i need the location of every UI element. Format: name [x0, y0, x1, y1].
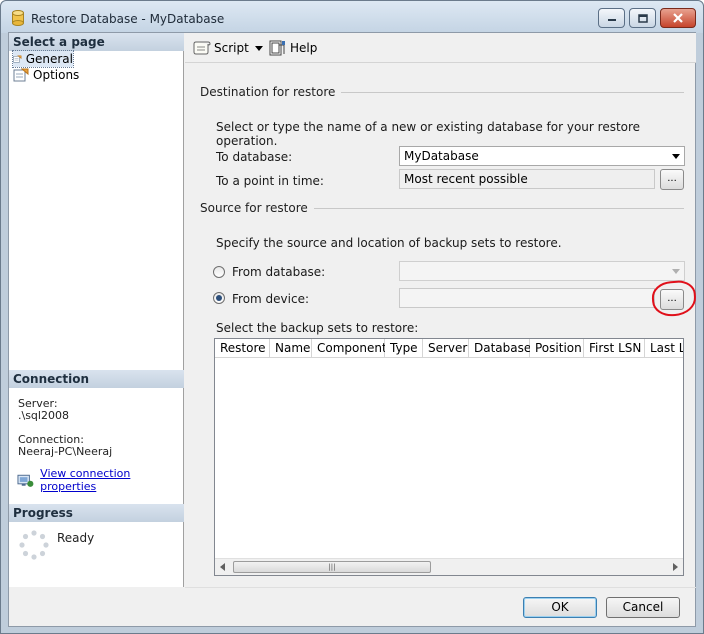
- to-database-value: MyDatabase: [404, 149, 479, 163]
- column-header-component[interactable]: Component: [312, 339, 387, 357]
- column-header-last-lsn[interactable]: Last LSN: [645, 339, 683, 357]
- from-device-field[interactable]: [399, 288, 655, 308]
- select-page-header: Select a page: [9, 33, 184, 51]
- title-bar[interactable]: Restore Database - MyDatabase: [1, 1, 703, 33]
- server-value: .\sql2008: [18, 409, 69, 422]
- column-header-position[interactable]: Position: [530, 339, 584, 357]
- scroll-right-icon[interactable]: [673, 563, 678, 571]
- footer-divider: [185, 587, 696, 588]
- connection-value: Neeraj-PC\Neeraj: [18, 445, 113, 458]
- page-icon: [13, 55, 22, 63]
- to-database-label: To database:: [216, 150, 293, 164]
- minimize-icon: [607, 19, 616, 21]
- dialog-body: Select a page General Options Connection: [8, 32, 696, 627]
- restore-database-window: Restore Database - MyDatabase Select a p…: [0, 0, 704, 634]
- from-device-radio[interactable]: [213, 292, 225, 304]
- destination-group-label: Destination for restore: [200, 85, 342, 99]
- progress-header: Progress: [9, 504, 184, 522]
- page-options[interactable]: Options: [13, 67, 79, 83]
- connection-properties-icon: [17, 474, 34, 487]
- to-database-combo[interactable]: MyDatabase: [399, 146, 685, 166]
- window-title: Restore Database - MyDatabase: [31, 12, 225, 26]
- database-icon: [12, 10, 24, 26]
- view-connection-properties-label: View connection properties: [40, 467, 131, 493]
- scroll-left-icon[interactable]: [220, 563, 225, 571]
- from-database-label: From database:: [232, 265, 326, 279]
- destination-instruction: Select or type the name of a new or exis…: [216, 120, 641, 148]
- column-header-first-lsn[interactable]: First LSN: [584, 339, 645, 357]
- chevron-down-icon[interactable]: [255, 46, 263, 52]
- view-connection-properties-link[interactable]: View connection properties: [17, 467, 183, 493]
- point-in-time-field: Most recent possible: [399, 169, 655, 189]
- left-pane: Select a page General Options Connection: [9, 33, 184, 587]
- from-database-combo[interactable]: [399, 261, 685, 281]
- from-database-radio[interactable]: [213, 266, 225, 278]
- chevron-down-icon[interactable]: [672, 269, 680, 274]
- page-general-label: General: [25, 52, 73, 66]
- page-general[interactable]: General: [12, 50, 74, 68]
- backup-sets-label: Select the backup sets to restore:: [216, 321, 419, 335]
- point-in-time-value: Most recent possible: [404, 172, 528, 186]
- connection-header: Connection: [9, 370, 184, 388]
- cancel-button[interactable]: Cancel: [606, 597, 680, 618]
- source-group-label: Source for restore: [200, 201, 314, 215]
- close-icon: [673, 13, 683, 23]
- minimize-button[interactable]: [598, 8, 625, 28]
- horizontal-scrollbar[interactable]: |||: [215, 558, 683, 575]
- script-button[interactable]: Script: [193, 40, 249, 56]
- progress-status: Ready: [57, 531, 95, 545]
- maximize-icon: [637, 13, 648, 23]
- script-icon: [193, 41, 211, 55]
- column-header-type[interactable]: Type: [385, 339, 423, 357]
- column-header-server[interactable]: Server: [423, 339, 469, 357]
- column-header-restore[interactable]: Restore: [215, 339, 270, 357]
- grid-header: Restore Name Component Type Server Datab…: [215, 339, 683, 358]
- help-icon: [269, 40, 285, 56]
- destination-divider: [300, 92, 684, 93]
- page-options-label: Options: [33, 68, 80, 82]
- source-divider: [290, 208, 684, 209]
- point-in-time-label: To a point in time:: [216, 174, 324, 188]
- chevron-down-icon[interactable]: [672, 154, 680, 159]
- ok-button[interactable]: OK: [523, 597, 597, 618]
- help-label: Help: [290, 41, 318, 55]
- maximize-button[interactable]: [629, 8, 656, 28]
- help-button[interactable]: Help: [269, 40, 317, 56]
- toolbar: Script Help: [185, 33, 696, 63]
- script-label: Script: [214, 41, 249, 55]
- column-header-name[interactable]: Name: [270, 339, 312, 357]
- from-device-label: From device:: [232, 292, 310, 306]
- column-header-database[interactable]: Database: [469, 339, 531, 357]
- point-in-time-browse-button[interactable]: ...: [660, 169, 684, 190]
- backup-sets-grid[interactable]: Restore Name Component Type Server Datab…: [214, 338, 684, 576]
- source-instruction: Specify the source and location of backu…: [216, 236, 562, 250]
- progress-spinner-icon: [19, 530, 49, 560]
- page-icon: [13, 68, 29, 82]
- scrollbar-thumb[interactable]: |||: [233, 561, 431, 573]
- close-button[interactable]: [660, 8, 696, 28]
